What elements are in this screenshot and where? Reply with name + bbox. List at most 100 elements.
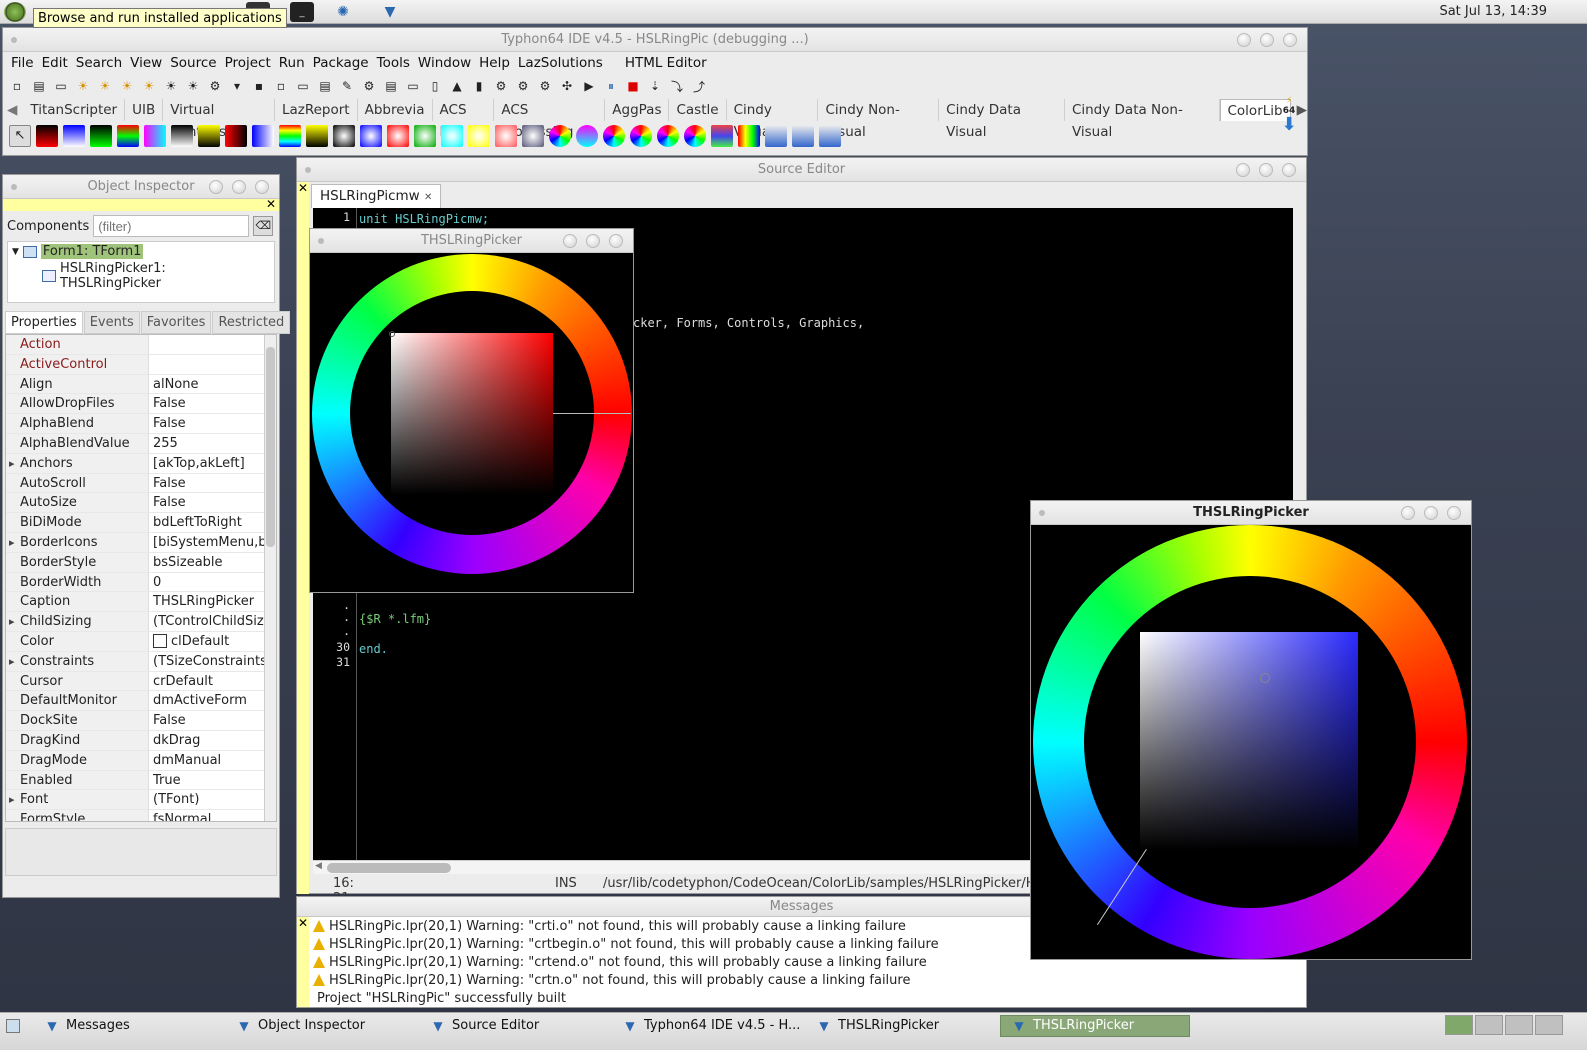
color-component-icon[interactable] (144, 125, 166, 147)
color-component-icon[interactable] (63, 125, 85, 147)
color-component-icon[interactable] (603, 125, 625, 147)
oi-tab-restricted[interactable]: Restricted (212, 311, 291, 334)
property-row[interactable]: Cursor crDefault (6, 671, 276, 692)
component-filter-input[interactable] (93, 215, 250, 237)
taskbar-item[interactable]: ▼ Source Editor (430, 1015, 539, 1037)
menu-help[interactable]: Help (477, 55, 516, 71)
color-component-icon[interactable] (333, 125, 355, 147)
property-value[interactable]: 0 (149, 573, 267, 592)
palette-tab-castle[interactable]: Castle (669, 99, 727, 121)
property-row[interactable]: Action (6, 335, 276, 355)
tree-node-form[interactable]: ▼ Form1: TForm1 (12, 244, 270, 259)
color-component-icon[interactable] (765, 125, 787, 147)
stop-icon[interactable]: ■ (623, 77, 643, 95)
se-titlebar[interactable]: Source Editor (297, 158, 1306, 182)
maximize-button[interactable] (1424, 506, 1438, 520)
unit-list-icon[interactable]: ▲ (447, 77, 467, 95)
disk-icon[interactable]: ▤ (315, 77, 335, 95)
property-value[interactable]: False (149, 414, 267, 433)
workspace-4[interactable] (1535, 1015, 1563, 1035)
property-value[interactable]: dkDrag (149, 731, 267, 750)
minimize-button[interactable] (1401, 506, 1415, 520)
menu-html-editor[interactable]: HTML Editor (623, 55, 713, 71)
clear-filter-icon[interactable]: ⌫ (253, 216, 274, 236)
color-component-icon[interactable] (792, 125, 814, 147)
new-file-icon[interactable]: ▫ (7, 77, 27, 95)
step-over-icon[interactable]: ⤵ (667, 77, 687, 95)
palette-tab-uib[interactable]: UIB (125, 99, 164, 121)
menu-view[interactable]: View (128, 55, 168, 71)
save-all-icon[interactable]: ☀ (139, 77, 159, 95)
palette-tab-cindy-non-visual[interactable]: Cindy Non-Visual (818, 99, 940, 140)
minimize-button[interactable] (1236, 163, 1250, 177)
menu-run[interactable]: Run (277, 55, 311, 71)
color-component-icon[interactable] (522, 125, 544, 147)
property-value[interactable]: (TControlChildSizin (149, 612, 267, 631)
property-value[interactable]: bsSizeable (149, 553, 267, 572)
step-out-icon[interactable]: ⤴ (689, 77, 709, 95)
palette-tab-cindy-data-non-visual[interactable]: Cindy Data Non-Visual (1065, 99, 1220, 140)
window-menu-icon[interactable] (305, 167, 311, 173)
copy-icon[interactable]: ✎ (337, 77, 357, 95)
property-row[interactable]: AutoScroll False (6, 473, 276, 494)
property-value[interactable]: bdLeftToRight (149, 513, 267, 532)
minimize-button[interactable] (1237, 33, 1251, 47)
color-component-icon[interactable] (252, 125, 274, 147)
menu-tools[interactable]: Tools (375, 55, 416, 71)
editor-tab[interactable]: HSLRingPicmw ✕ (311, 184, 442, 208)
property-value[interactable]: False (149, 394, 267, 413)
color-component-icon[interactable] (684, 125, 706, 147)
palette-tab-abbrevia[interactable]: Abbrevia (358, 99, 433, 121)
color-component-icon[interactable] (360, 125, 382, 147)
palette-tab-acs-processing[interactable]: ACS Processing (494, 99, 606, 140)
property-value[interactable]: crDefault (149, 672, 267, 691)
property-row[interactable]: DefaultMonitor dmActiveForm (6, 691, 276, 712)
property-row[interactable]: AutoSize False (6, 493, 276, 514)
oi-tab-properties[interactable]: Properties (5, 311, 83, 334)
palette-tab-titanscripter[interactable]: TitanScripter (23, 99, 126, 121)
color-component-icon[interactable] (117, 125, 139, 147)
taskbar-item[interactable]: ▼ Typhon64 IDE v4.5 - H... (622, 1015, 800, 1037)
scroll-left-icon[interactable]: ◀ (315, 861, 322, 871)
workspace-3[interactable] (1505, 1015, 1533, 1035)
scrollbar-thumb[interactable] (327, 863, 451, 873)
color-component-icon[interactable] (711, 125, 733, 147)
menu-edit[interactable]: Edit (40, 55, 74, 71)
save-icon[interactable]: ☀ (117, 77, 137, 95)
color-component-icon[interactable] (495, 125, 517, 147)
run-arrow-icon[interactable]: ▶ (579, 77, 599, 95)
maximize-button[interactable] (232, 180, 246, 194)
property-value[interactable] (149, 335, 267, 354)
property-row[interactable]: Align alNone (6, 374, 276, 395)
property-value[interactable]: True (149, 771, 267, 790)
color-component-icon[interactable] (549, 125, 571, 147)
property-value[interactable] (149, 355, 267, 374)
debug-icon[interactable]: ⚙ (513, 77, 533, 95)
property-value[interactable]: False (149, 711, 267, 730)
gear-icon[interactable]: ⚙ (535, 77, 555, 95)
property-value[interactable]: False (149, 474, 267, 493)
property-row[interactable]: ActiveControl (6, 354, 276, 375)
palette-tab-cindy-visual[interactable]: Cindy Visual (727, 99, 819, 140)
property-row[interactable]: BorderIcons[biSystemMenu,bi (6, 532, 276, 553)
build-icon[interactable]: ▪ (249, 77, 269, 95)
menu-search[interactable]: Search (74, 55, 128, 71)
settings-icon[interactable]: ▾ (227, 77, 247, 95)
menu-project[interactable]: Project (223, 55, 277, 71)
swirl-icon[interactable]: ✺ (331, 2, 355, 22)
palette-tab-lazreport[interactable]: LazReport (275, 99, 358, 121)
property-value[interactable]: fsNormal (149, 810, 267, 821)
close-button[interactable] (609, 234, 623, 248)
property-row[interactable]: ChildSizing(TControlChildSizin (6, 612, 276, 632)
property-row[interactable]: DockSite False (6, 711, 276, 731)
menu-file[interactable]: File (9, 55, 40, 71)
color-component-icon[interactable] (738, 125, 760, 147)
close-button[interactable] (255, 180, 269, 194)
color-component-icon[interactable] (279, 125, 301, 147)
property-value[interactable]: dmManual (149, 751, 267, 770)
project-icon[interactable]: ⚙ (205, 77, 225, 95)
step-into-icon[interactable]: ⇣ (645, 77, 665, 95)
download-arrow-icon[interactable]: ⬇ (1277, 116, 1301, 134)
property-row[interactable]: AlphaBlendValue 255 (6, 433, 276, 454)
property-row[interactable]: AlphaBlend False (6, 414, 276, 434)
